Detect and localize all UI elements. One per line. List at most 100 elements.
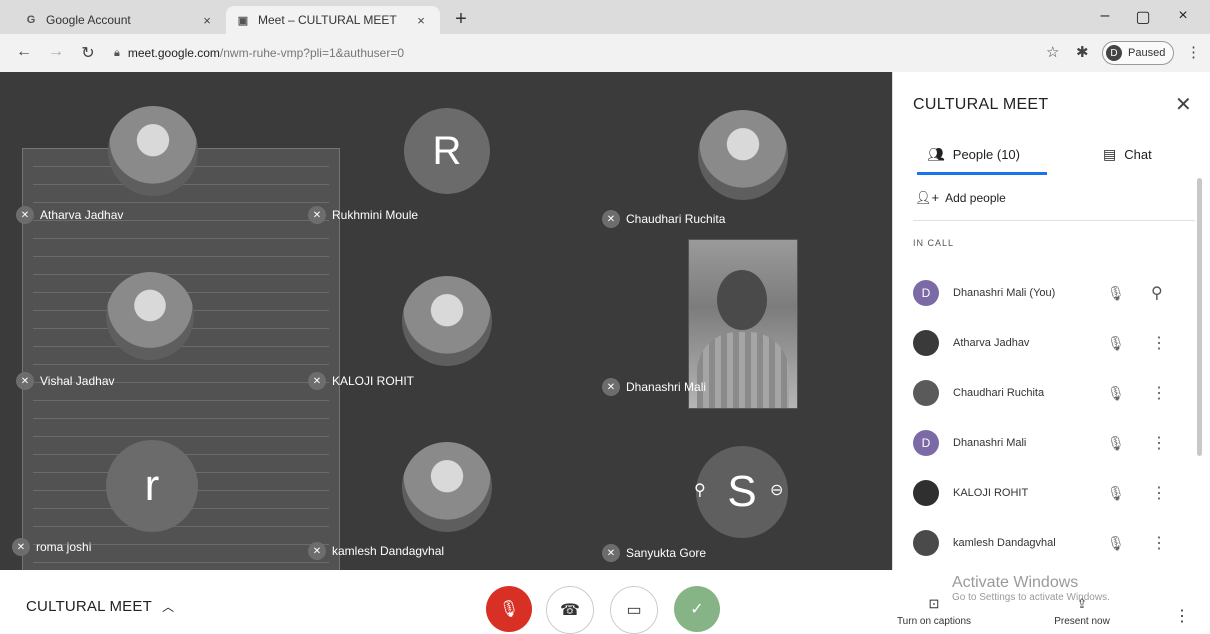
tab-meet[interactable]: ▣ Meet – CULTURAL MEET × bbox=[226, 6, 440, 34]
participant-name: Atharva Jadhav bbox=[953, 337, 1030, 349]
mic-off-icon[interactable]: 🎙︎ bbox=[1107, 385, 1125, 402]
window-close-icon[interactable]: × bbox=[1168, 7, 1198, 25]
participant-tile[interactable]: ✕ kamlesh Dandagvhal bbox=[308, 542, 444, 560]
meeting-details-button[interactable]: CULTURAL MEET ︿ bbox=[26, 598, 174, 615]
mic-toggle-button[interactable]: 🎙︎ bbox=[486, 586, 532, 632]
avatar bbox=[913, 330, 939, 356]
forward-arrow-icon[interactable]: → bbox=[46, 43, 66, 61]
participant-row[interactable]: D Dhanashri Mali 🎙︎ ⋮ bbox=[893, 418, 1193, 468]
participant-name: Dhanashri Mali (You) bbox=[953, 287, 1056, 299]
mic-off-icon[interactable]: 🎙︎ bbox=[1107, 335, 1125, 352]
participant-row[interactable]: KALOJI ROHIT 🎙︎ ⋮ bbox=[893, 468, 1193, 518]
present-label: Present now bbox=[1054, 616, 1110, 627]
tab-google-account[interactable]: G Google Account × bbox=[14, 6, 226, 34]
close-icon[interactable]: ✕ bbox=[1175, 92, 1192, 117]
check-button[interactable]: ✓ bbox=[674, 586, 720, 632]
tab-chat[interactable]: ▤ Chat bbox=[1103, 146, 1152, 163]
tab-title: Meet – CULTURAL MEET bbox=[258, 13, 397, 27]
hang-up-icon: ☎︎ bbox=[560, 602, 580, 619]
browser-menu-icon[interactable]: ⋮ bbox=[1186, 43, 1201, 61]
participant-tile[interactable]: ✕ KALOJI ROHIT bbox=[308, 372, 414, 390]
participant-tile[interactable]: ✕ Rukhmini Moule bbox=[308, 206, 418, 224]
url-host: meet.google.com bbox=[127, 46, 220, 60]
mic-off-icon: ✕ bbox=[602, 544, 620, 562]
check-icon: ✓ bbox=[690, 601, 704, 618]
participant-name: KALOJI ROHIT bbox=[332, 374, 415, 388]
url-field[interactable]: 🔒︎ meet.google.com /nwm-ruhe-vmp?pli=1&a… bbox=[114, 40, 944, 66]
profile-status: Paused bbox=[1128, 47, 1166, 59]
avatar: D bbox=[913, 430, 939, 456]
meeting-title: CULTURAL MEET bbox=[26, 598, 152, 615]
participant-row[interactable]: kamlesh Dandagvhal 🎙︎ ⋮ bbox=[893, 518, 1193, 568]
add-people-button[interactable]: 👤︎+ Add people bbox=[915, 190, 1006, 206]
minimize-icon[interactable]: – bbox=[1090, 7, 1120, 25]
captions-button[interactable]: ⊡ Turn on captions bbox=[894, 596, 974, 627]
participant-name: KALOJI ROHIT bbox=[953, 487, 1029, 499]
more-options-icon[interactable]: ⋮ bbox=[1172, 606, 1192, 626]
participant-tile[interactable]: ✕ Vishal Jadhav bbox=[16, 372, 115, 390]
participant-row[interactable]: Chaudhari Ruchita 🎙︎ ⋮ bbox=[893, 368, 1193, 418]
tab-people[interactable]: 👥︎ People (10) bbox=[927, 146, 1020, 163]
remove-icon[interactable]: ⊖ bbox=[770, 480, 783, 500]
mic-off-icon: ✕ bbox=[308, 542, 326, 560]
participant-row[interactable]: D Dhanashri Mali (You) 🎙︎ ⚲ bbox=[893, 268, 1193, 318]
participant-avatar bbox=[106, 272, 194, 360]
more-options-icon[interactable]: ⋮ bbox=[1151, 433, 1167, 453]
new-tab-icon[interactable]: + bbox=[450, 8, 472, 31]
extensions-icon[interactable]: ✱ bbox=[1076, 43, 1089, 61]
present-now-button[interactable]: ⇪ Present now bbox=[1042, 596, 1122, 627]
participant-tile[interactable]: ✕ Chaudhari Ruchita bbox=[602, 210, 725, 228]
more-options-icon[interactable]: ⋮ bbox=[1151, 383, 1167, 403]
mic-off-icon[interactable]: 🎙︎ bbox=[1107, 285, 1125, 302]
bottom-right-controls: Activate Windows Go to Settings to activ… bbox=[892, 570, 1210, 630]
pin-icon[interactable]: ⚲ bbox=[1151, 283, 1163, 303]
profile-button[interactable]: D Paused bbox=[1102, 41, 1175, 65]
reload-icon[interactable]: ↻ bbox=[78, 43, 98, 63]
participant-name: Dhanashri Mali bbox=[626, 380, 707, 394]
back-arrow-icon[interactable]: ← bbox=[14, 43, 34, 61]
maximize-icon[interactable]: ▢ bbox=[1128, 7, 1158, 27]
lock-icon: 🔒︎ bbox=[114, 46, 120, 59]
participant-name: Dhanashri Mali bbox=[953, 437, 1027, 449]
mic-off-icon[interactable]: 🎙︎ bbox=[1107, 485, 1125, 502]
tab-close-icon[interactable]: × bbox=[198, 13, 216, 28]
bookmark-star-icon[interactable]: ☆ bbox=[1046, 43, 1059, 61]
participant-tile[interactable]: ✕ Sanyukta Gore bbox=[602, 544, 706, 562]
leave-call-button[interactable]: ☎︎ bbox=[546, 586, 594, 634]
mic-off-icon: ✕ bbox=[308, 372, 326, 390]
people-icon: 👥︎ bbox=[927, 146, 945, 162]
tab-close-icon[interactable]: × bbox=[412, 13, 430, 28]
avatar bbox=[913, 380, 939, 406]
participant-name: Rukhmini Moule bbox=[332, 208, 419, 222]
more-options-icon[interactable]: ⋮ bbox=[1151, 333, 1167, 353]
scrollbar[interactable] bbox=[1197, 178, 1202, 456]
camera-icon: ▭ bbox=[626, 602, 642, 619]
google-icon: G bbox=[26, 14, 36, 26]
participant-name: kamlesh Dandagvhal bbox=[332, 544, 445, 558]
captions-icon: ⊡ bbox=[928, 596, 940, 611]
participant-tile[interactable]: ✕ roma joshi bbox=[12, 538, 91, 556]
mic-off-icon[interactable]: 🎙︎ bbox=[1107, 535, 1125, 552]
chevron-up-icon: ︿ bbox=[162, 600, 175, 614]
chat-icon: ▤ bbox=[1103, 146, 1117, 162]
participant-name: kamlesh Dandagvhal bbox=[953, 537, 1056, 549]
participant-row[interactable]: Atharva Jadhav 🎙︎ ⋮ bbox=[893, 318, 1193, 368]
panel-title: CULTURAL MEET bbox=[913, 96, 1049, 113]
mic-off-icon: ✕ bbox=[602, 210, 620, 228]
participant-tile[interactable]: ✕ Atharva Jadhav bbox=[16, 206, 123, 224]
participant-avatar: r bbox=[106, 440, 198, 532]
participant-tile[interactable]: ✕ Dhanashri Mali bbox=[602, 378, 706, 396]
mic-off-icon[interactable]: 🎙︎ bbox=[1107, 435, 1125, 452]
captions-label: Turn on captions bbox=[896, 616, 972, 627]
camera-toggle-button[interactable]: ▭ bbox=[610, 586, 658, 634]
tab-title: Google Account bbox=[46, 13, 131, 27]
mic-off-icon: ✕ bbox=[308, 206, 326, 224]
add-people-label: Add people bbox=[945, 191, 1006, 205]
participant-avatar bbox=[402, 276, 492, 366]
pin-icon[interactable]: ⚲ bbox=[694, 480, 706, 500]
more-options-icon[interactable]: ⋮ bbox=[1151, 533, 1167, 553]
mic-off-icon: ✕ bbox=[602, 378, 620, 396]
more-options-icon[interactable]: ⋮ bbox=[1151, 483, 1167, 503]
divider bbox=[913, 220, 1195, 221]
meeting-controls-bar: CULTURAL MEET ︿ 🎙︎ ☎︎ ▭ ✓ bbox=[0, 570, 892, 634]
